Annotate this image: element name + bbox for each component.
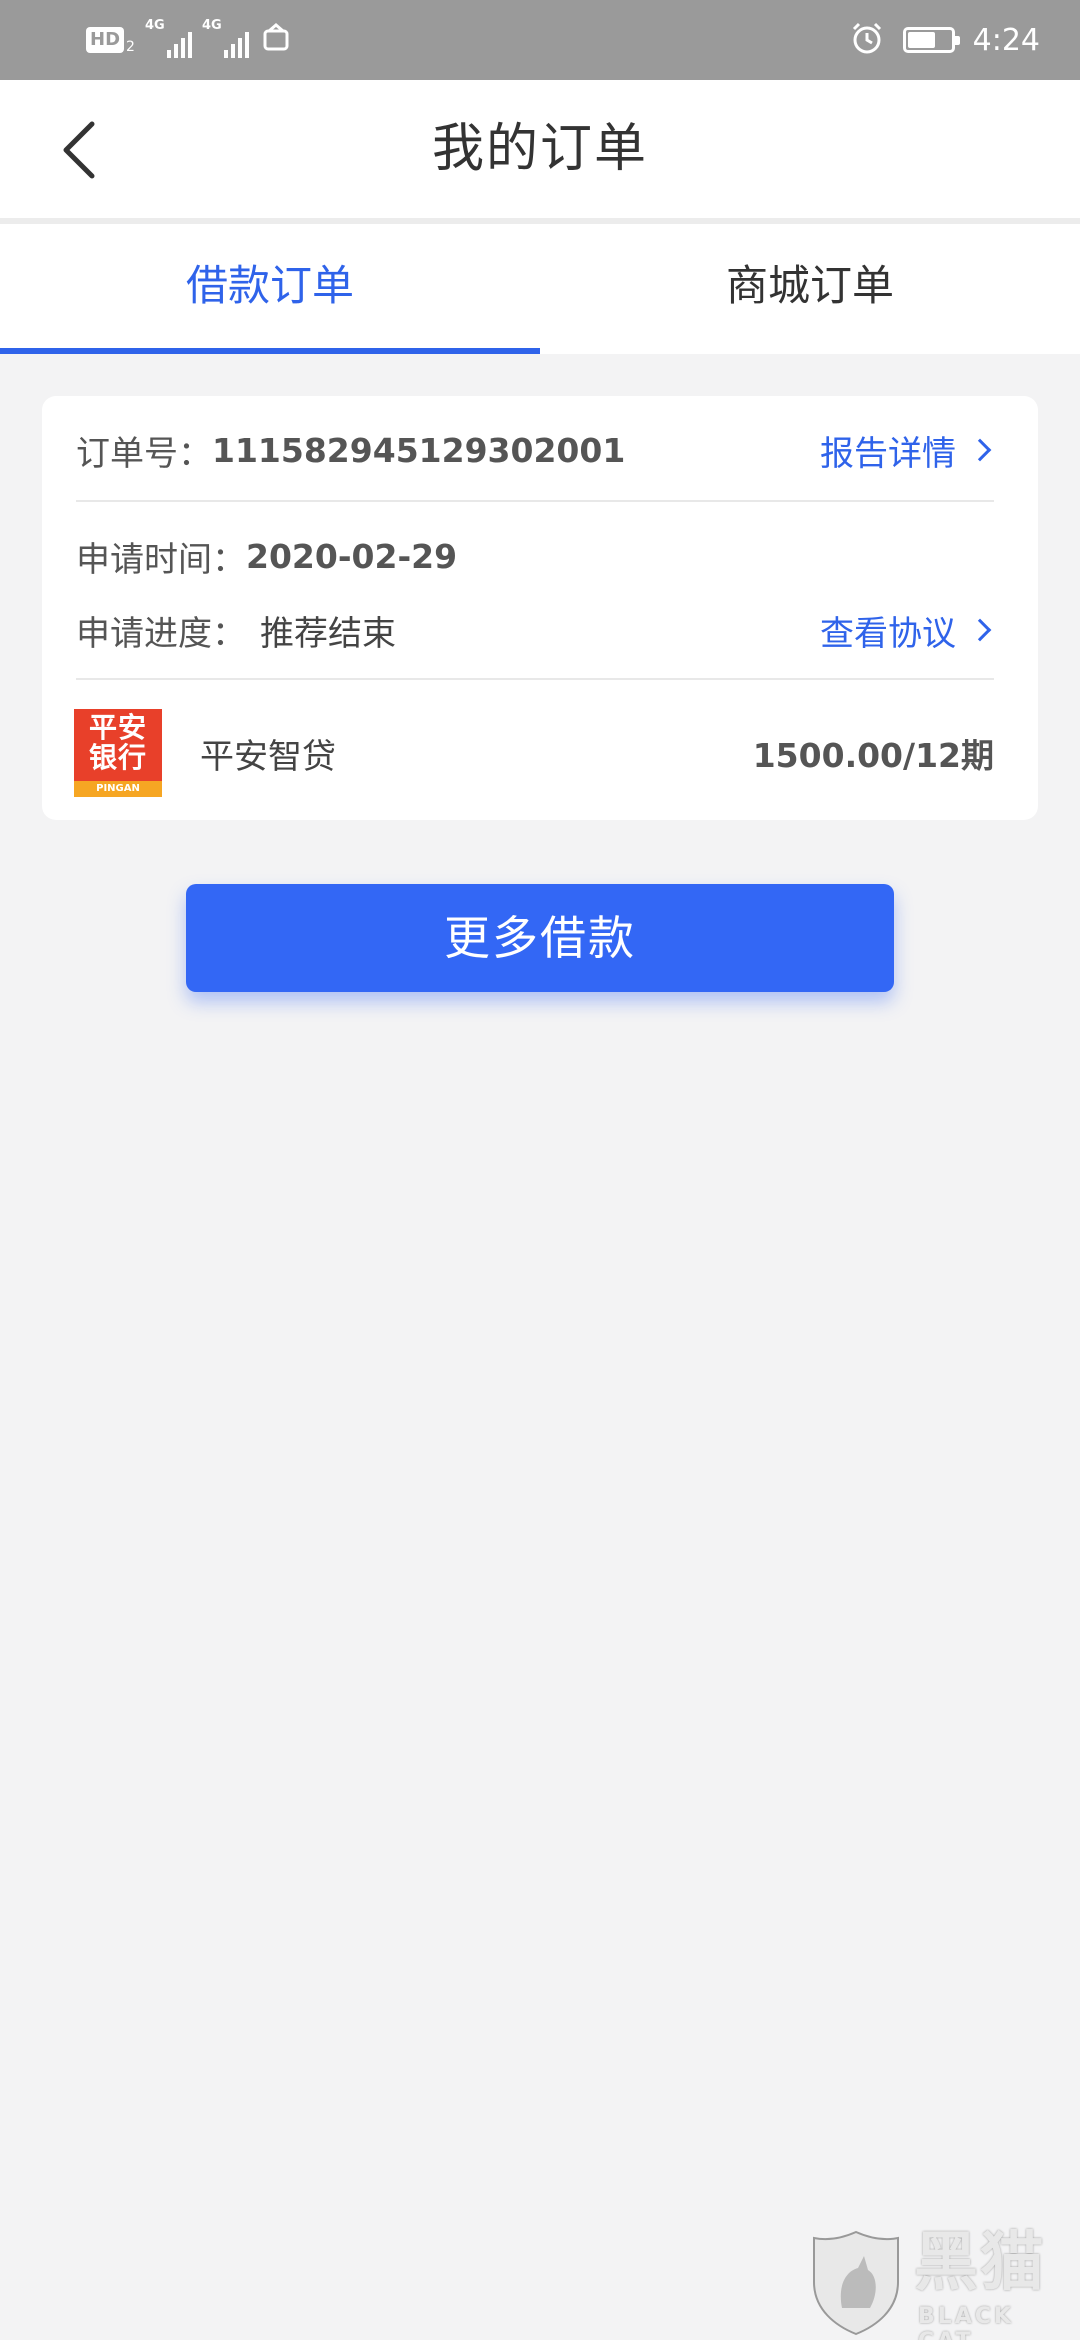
view-agreement-link[interactable]: 查看协议 [820,606,994,655]
hd-badge: HD [86,27,125,53]
tab-indicator [0,348,540,354]
page-title: 我的订单 [431,119,648,179]
chevron-right-icon [968,618,992,642]
signal-2-icon: 4G [202,18,249,58]
signal-1-icon: 4G [145,18,192,58]
network-1-label: 4G [144,18,165,33]
tab-mall-orders[interactable]: 商城订单 [540,224,1080,354]
apply-time-row: 申请时间： 2020-02-29 [76,524,994,588]
order-number-label: 订单号： [76,433,212,474]
status-bar: HD 2 4G 4G 4:24 [0,0,1080,80]
product-amount: 1500.00/12期 [752,736,994,775]
hd-sub-label: 2 [126,39,135,55]
order-card: 订单号： 111582945129302001 报告详情 申请时间： 2020-… [42,396,1038,820]
notification-icon [259,21,293,59]
report-details-link[interactable]: 报告详情 [820,426,994,475]
divider [76,500,994,502]
black-cat-watermark: 黑猫 BLACK CAT [800,2220,1080,2340]
order-number: 111582945129302001 [212,430,626,470]
product-row[interactable]: 平安 银行 PINGAN 平安智贷 1500.00/12期 [74,704,994,802]
more-loans-button[interactable]: 更多借款 [186,884,894,992]
chevron-right-icon [968,438,992,462]
status-left: HD 2 4G 4G [86,18,293,59]
order-number-row: 订单号： 111582945129302001 报告详情 [76,418,994,482]
report-details-label: 报告详情 [820,433,956,474]
cat-shield-icon [813,2230,899,2336]
apply-progress-label: 申请进度： [76,613,246,654]
nav-bar: 我的订单 [0,80,1080,218]
apply-time: 2020-02-29 [246,536,458,576]
apply-time-label: 申请时间： [76,539,246,580]
battery-icon [902,27,960,53]
apply-progress-value: 推荐结束 [260,613,396,654]
apply-progress-row: 申请进度： 推荐结束 查看协议 [76,598,994,662]
divider [76,678,994,680]
network-2-label: 4G [201,18,222,33]
view-agreement-label: 查看协议 [820,613,956,654]
tab-loan-orders[interactable]: 借款订单 [0,224,540,354]
product-name: 平安智贷 [200,736,336,777]
watermark-cn: 黑猫 [914,2226,1046,2300]
alarm-icon [849,20,885,60]
tab-bar: 借款订单 商城订单 [0,224,1080,354]
status-right: 4:24 [849,20,1040,60]
watermark-en: BLACK CAT [918,2304,1015,2340]
status-time: 4:24 [972,22,1040,58]
pingan-bank-logo: 平安 银行 PINGAN [74,709,162,797]
